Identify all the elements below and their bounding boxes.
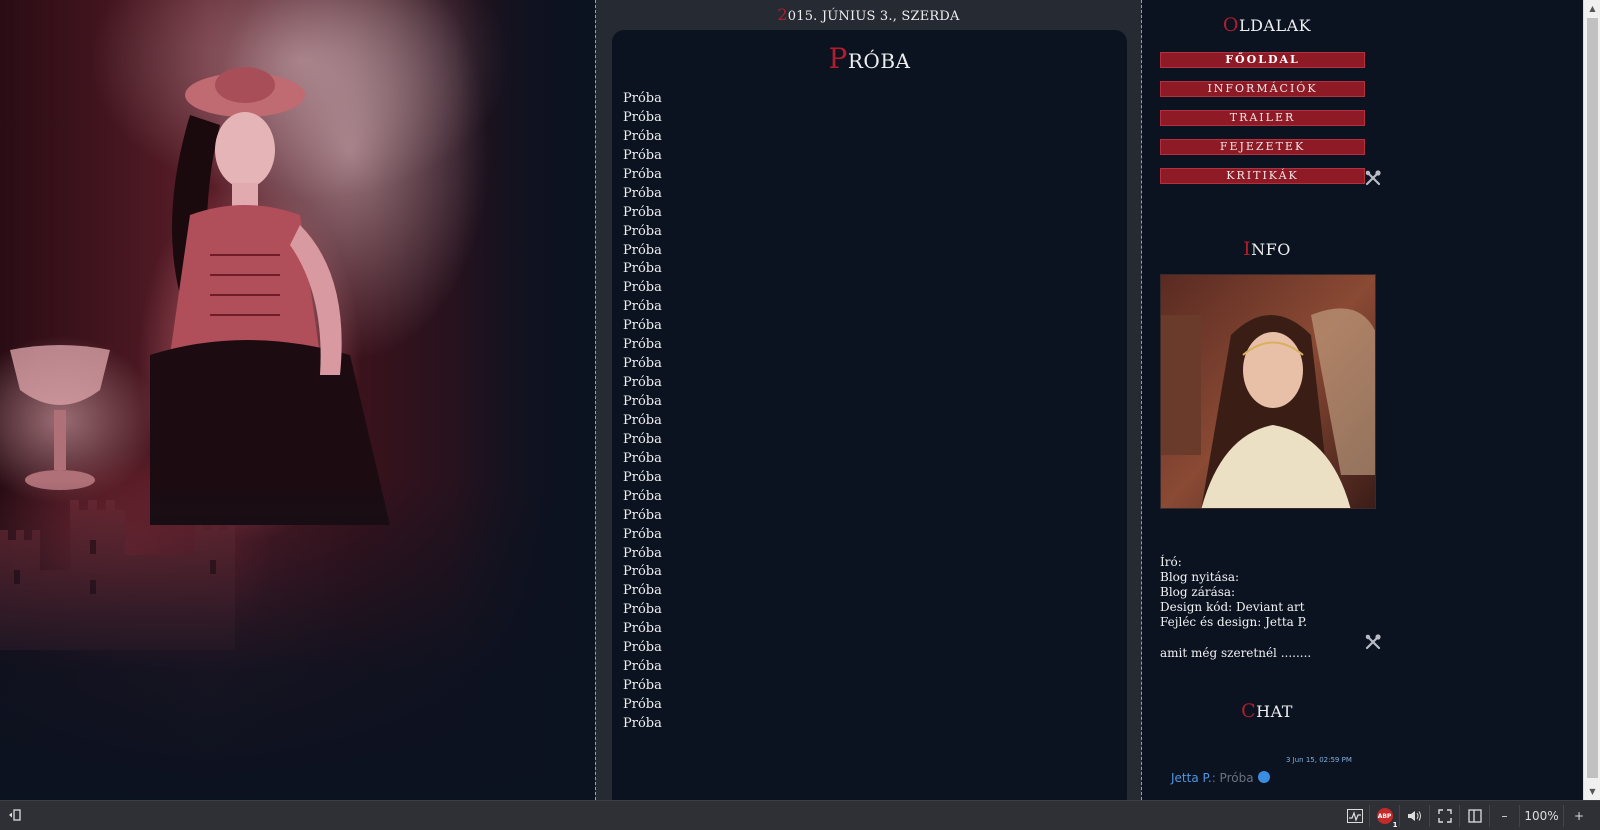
post-line: Próba <box>623 337 662 353</box>
nav-informaciok[interactable]: INFORMÁCIÓK <box>1160 81 1365 97</box>
post-line: Próba <box>623 431 662 447</box>
extra-text: amit még szeretnél ........ <box>1160 646 1312 660</box>
portrait-illustration <box>1161 275 1375 508</box>
scrollbar-thumb[interactable] <box>1587 18 1598 778</box>
post-line: Próba <box>623 545 662 561</box>
chat-text: Próba <box>1215 771 1254 785</box>
post-line: Próba <box>623 659 662 675</box>
post-line: Próba <box>623 526 662 542</box>
post-line: Próba <box>623 507 662 523</box>
volume-button[interactable] <box>1400 805 1430 827</box>
smiley-icon <box>1257 771 1270 783</box>
post-line: Próba <box>623 261 662 277</box>
split-view-icon <box>1467 809 1482 823</box>
post-card: PRÓBA Próba Próba Próba Próba Próba Próba Prób… <box>612 30 1127 810</box>
chat-title: CHAT <box>1241 700 1293 722</box>
main-column: 2015. JÚNIUS 3., SZERDA PRÓBA Próba Próba… <box>595 0 1142 810</box>
info-title: INFO <box>1243 238 1291 260</box>
info-line: Író: <box>1160 555 1182 569</box>
post-line: Próba <box>623 583 662 599</box>
info-list: Író: Blog nyitása: Blog zárása: Design kód:… <box>1160 555 1307 630</box>
sidebar: OLDALAK FŐOLDAL INFORMÁCIÓK TRAILER FEJE… <box>1143 0 1583 800</box>
post-line: Próba <box>623 715 662 731</box>
post-line: Próba <box>623 640 662 656</box>
post-title[interactable]: PRÓBA <box>612 42 1127 75</box>
speaker-icon <box>1407 811 1421 821</box>
edit-tools-icon-2[interactable] <box>1364 633 1382 651</box>
chat-message: Jetta P.: Próba <box>1171 771 1270 785</box>
post-line: Próba <box>623 223 662 239</box>
post-line: Próba <box>623 166 662 182</box>
post-body: Próba Próba Próba Próba Próba Próba Próba Próba… <box>623 90 662 734</box>
info-line: Blog nyitása: <box>1160 570 1240 584</box>
post-line: Próba <box>623 204 662 220</box>
adblock-button[interactable]: ABP 1 <box>1370 805 1400 829</box>
post-line: Próba <box>623 412 662 428</box>
scroll-down-arrow-icon[interactable]: ▼ <box>1584 783 1600 800</box>
artwork-fade-right <box>455 0 595 800</box>
zoom-level[interactable]: 100% <box>1520 805 1564 827</box>
chat-timestamp: 3 Jun 15, 02:59 PM <box>1286 756 1352 764</box>
post-line: Próba <box>623 109 662 125</box>
post-line: Próba <box>623 356 662 372</box>
post-line: Próba <box>623 185 662 201</box>
fullscreen-icon <box>1437 809 1452 823</box>
panel-toggle-icon[interactable] <box>8 808 22 822</box>
post-line: Próba <box>623 280 662 296</box>
nav-fooldal[interactable]: FŐOLDAL <box>1160 52 1365 68</box>
post-line: Próba <box>623 128 662 144</box>
post-line: Próba <box>623 394 662 409</box>
info-line: Blog zárása: <box>1160 585 1236 599</box>
status-bar-controls: ABP 1 – 100% + <box>1340 805 1594 829</box>
date-header: 2015. JÚNIUS 3., SZERDA <box>777 5 960 24</box>
post-line: Próba <box>623 621 662 637</box>
nav-fejezetek[interactable]: FEJEZETEK <box>1160 139 1365 155</box>
activity-icon <box>1346 809 1363 823</box>
nav-trailer[interactable]: TRAILER <box>1160 110 1365 126</box>
header-artwork <box>0 0 595 800</box>
chat-username[interactable]: Jetta P. <box>1171 771 1212 785</box>
info-line: Design kód: Deviant art <box>1160 600 1305 614</box>
browser-status-bar: ABP 1 – 100% + <box>0 800 1600 830</box>
info-line: Fejléc és design: Jetta P. <box>1160 615 1308 629</box>
post-line: Próba <box>623 450 662 466</box>
pages-title: OLDALAK <box>1222 14 1312 36</box>
post-line: Próba <box>623 242 662 258</box>
zoom-in-button[interactable]: + <box>1564 805 1594 827</box>
page-actions-button[interactable] <box>1340 805 1370 827</box>
post-line: Próba <box>623 697 662 712</box>
post-line: Próba <box>623 488 662 504</box>
chalice-illustration <box>10 345 110 490</box>
adblock-icon: ABP 1 <box>1376 808 1398 829</box>
post-line: Próba <box>623 469 662 485</box>
post-line: Próba <box>623 91 662 106</box>
woman-illustration <box>150 67 390 525</box>
post-line: Próba <box>623 147 662 163</box>
post-line: Próba <box>623 375 662 391</box>
nav-kritikak[interactable]: KRITIKÁK <box>1160 168 1365 184</box>
split-view-button[interactable] <box>1460 805 1490 827</box>
edit-tools-icon[interactable] <box>1364 169 1382 187</box>
post-line: Próba <box>623 318 662 334</box>
post-line: Próba <box>623 299 662 315</box>
page-scrollbar[interactable]: ▲ ▼ <box>1583 0 1600 800</box>
zoom-out-button[interactable]: – <box>1490 805 1520 827</box>
post-line: Próba <box>623 564 662 580</box>
post-line: Próba <box>623 678 662 694</box>
fullscreen-button[interactable] <box>1430 805 1460 827</box>
info-portrait-image <box>1160 274 1376 509</box>
post-line: Próba <box>623 602 662 618</box>
scroll-up-arrow-icon[interactable]: ▲ <box>1584 0 1600 17</box>
